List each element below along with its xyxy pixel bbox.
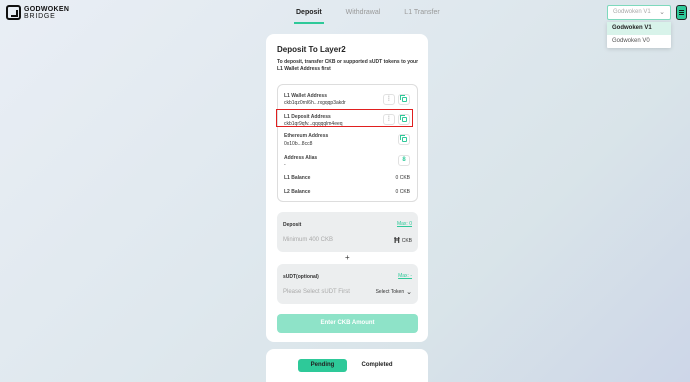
logo-icon	[6, 5, 21, 20]
version-dropdown: Godwoken V1 Godwoken V0	[607, 22, 671, 48]
eth-address-label: Ethereum Address	[284, 133, 329, 139]
deposit-amount-input[interactable]: Minimum 400 CKB	[283, 237, 333, 243]
address-panel: L1 Wallet Address ckb1qz0rnl6h...rxgqqp3…	[277, 84, 418, 202]
deposit-card: Deposit To Layer2 To deposit, transfer C…	[266, 34, 428, 342]
ckb-icon: Ħ	[393, 236, 400, 245]
select-token-label: Select Token	[375, 289, 405, 295]
l1-balance-label: L1 Balance	[284, 175, 311, 181]
eth-address-value: 0x10b...8cc8	[284, 141, 313, 147]
l1-wallet-label: L1 Wallet Address	[284, 93, 327, 99]
alias-button[interactable]: 8	[398, 155, 410, 166]
alias-value: -	[284, 162, 286, 168]
sudt-max-link[interactable]: Max: -	[398, 273, 412, 279]
select-token-button[interactable]: Select Token ⌄	[376, 288, 412, 296]
l1-wallet-value: ckb1qz0rnl6h...rxgqqp3akdr	[284, 100, 346, 106]
alias-label: Address Alias	[284, 155, 318, 161]
logo-title: GODWOKEN	[24, 5, 70, 13]
main-nav: Deposit Withdrawal L1 Transfer	[294, 9, 464, 24]
godwoken-logo[interactable]: GODWOKEN BRIDGE	[6, 5, 69, 20]
deposit-token-label: CKB	[401, 237, 412, 244]
deposit-amount-section: Deposit Max: 0 Minimum 400 CKB Ħ CKB	[277, 212, 418, 252]
copy-icon	[399, 135, 407, 142]
l2-balance-label: L2 Balance	[284, 189, 311, 195]
version-option-v0[interactable]: Godwoken V0	[607, 35, 671, 48]
sudt-amount-input[interactable]: Please Select sUDT First	[283, 289, 350, 295]
sudt-section: sUDT(optional) Max: - Please Select sUDT…	[277, 264, 418, 304]
logo-subtitle: BRIDGE	[24, 12, 56, 20]
copy-icon	[399, 95, 407, 102]
top-header: GODWOKEN BRIDGE Deposit Withdrawal L1 Tr…	[0, 0, 690, 26]
menu-button[interactable]	[676, 5, 687, 20]
tab-completed[interactable]: Completed	[357, 359, 397, 372]
page-title: Deposit To Layer2	[277, 45, 346, 54]
deposit-description: To deposit, transfer CKB or supported sU…	[277, 59, 419, 72]
l1-balance-value: 0 CKB	[395, 175, 410, 181]
alias-icon: 8	[402, 157, 406, 163]
sudt-label: sUDT(optional)	[283, 274, 319, 280]
chevron-down-icon: ⌄	[406, 289, 412, 296]
deposit-token: Ħ CKB	[394, 236, 412, 245]
l1-wallet-more-button[interactable]: ⋮	[383, 94, 395, 105]
chevron-down-icon: ⌄	[659, 9, 665, 16]
eth-copy-button[interactable]	[398, 134, 410, 145]
hamburger-icon	[679, 10, 684, 11]
plus-icon: +	[345, 253, 350, 262]
more-vertical-icon: ⋮	[386, 96, 392, 102]
deposit-address-highlight	[276, 109, 413, 127]
nav-deposit[interactable]: Deposit	[294, 9, 324, 24]
nav-withdrawal[interactable]: Withdrawal	[346, 9, 381, 16]
deposit-label: Deposit	[283, 222, 302, 228]
history-card: Pending Completed	[266, 349, 428, 382]
version-select[interactable]: Godwoken V1 ⌄	[607, 5, 671, 20]
enter-amount-button[interactable]: Enter CKB Amount	[277, 314, 418, 333]
version-option-v1[interactable]: Godwoken V1	[607, 22, 671, 35]
nav-l1-transfer[interactable]: L1 Transfer	[404, 9, 439, 16]
l1-wallet-copy-button[interactable]	[398, 94, 410, 105]
tab-pending[interactable]: Pending	[298, 359, 347, 372]
l2-balance-value: 0 CKB	[395, 189, 410, 195]
deposit-max-link[interactable]: Max: 0	[397, 221, 412, 227]
version-select-value: Godwoken V1	[613, 9, 651, 15]
